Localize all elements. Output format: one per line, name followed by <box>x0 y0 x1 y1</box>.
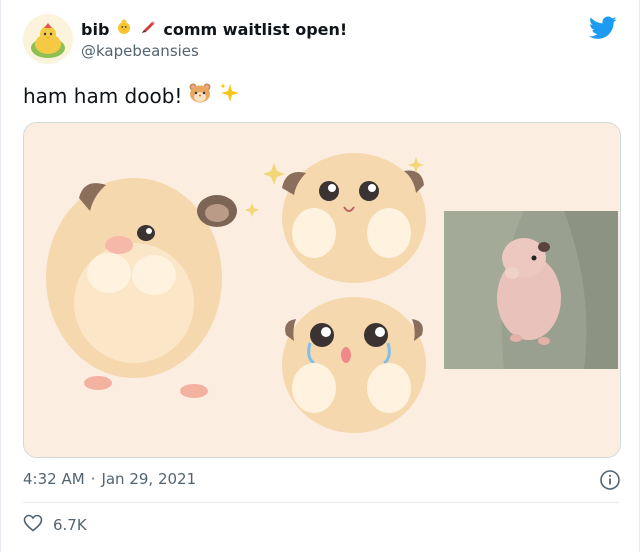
pencil-emoji <box>139 18 157 40</box>
name-suffix: comm waitlist open! <box>163 19 348 39</box>
tweet-card: bib comm waitlist open! @kapebeansies ha… <box>0 0 640 552</box>
avatar[interactable] <box>23 14 73 64</box>
like-count: 6.7K <box>53 516 87 534</box>
crying-hamster-illustration <box>282 297 426 433</box>
tweet-text-row: ham ham doob! <box>23 82 240 109</box>
tweet-timestamp[interactable]: 4:32 AM · Jan 29, 2021 <box>23 470 196 488</box>
heart-icon[interactable] <box>23 514 43 536</box>
timestamp-separator: · <box>90 470 96 488</box>
user-names: bib comm waitlist open! @kapebeansies <box>81 18 347 61</box>
chick-emoji <box>115 18 133 40</box>
hamster-photo <box>444 211 618 369</box>
tweet-date[interactable]: Jan 29, 2021 <box>101 470 196 488</box>
like-action[interactable]: 6.7K <box>23 514 87 536</box>
happy-hamster-illustration <box>282 153 426 283</box>
twitter-bird-icon[interactable] <box>589 16 617 40</box>
display-name[interactable]: bib <box>81 20 109 39</box>
tweet-text: ham ham doob! <box>23 83 183 108</box>
tweet-media[interactable] <box>23 122 621 458</box>
display-name-row[interactable]: bib comm waitlist open! <box>81 18 347 40</box>
info-icon[interactable] <box>599 469 621 491</box>
user-handle[interactable]: @kapebeansies <box>81 42 347 60</box>
tweet-time[interactable]: 4:32 AM <box>23 470 85 488</box>
divider <box>23 502 619 503</box>
sparkles-emoji <box>218 82 240 109</box>
tweet-header: bib comm waitlist open! @kapebeansies <box>23 14 619 68</box>
hamster-emoji <box>188 82 212 109</box>
